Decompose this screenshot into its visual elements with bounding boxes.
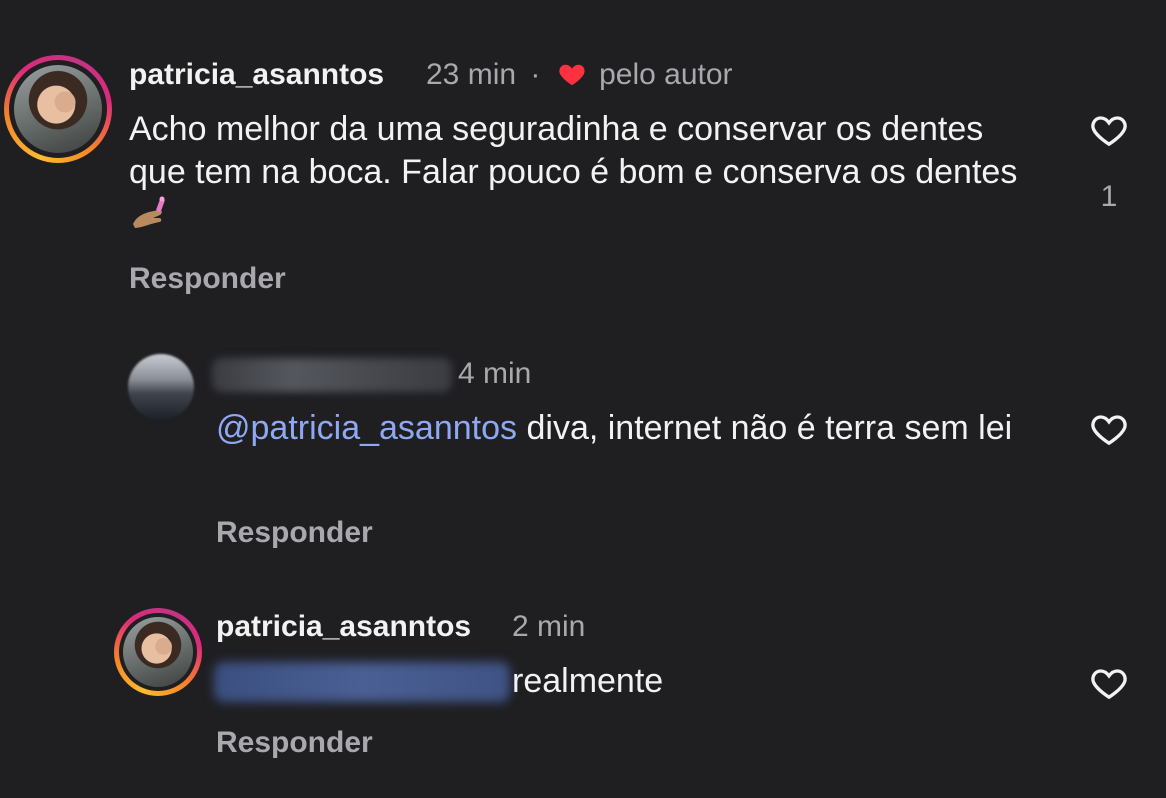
avatar[interactable] [128, 354, 194, 420]
comment-text: @patricia_asanntos diva, internet não é … [216, 407, 1046, 450]
comment-1: patricia_asanntos 23 min · pelo autor Ac… [0, 0, 1166, 320]
comment-text-body: diva, internet não é terra sem lei [517, 409, 1013, 447]
blurred-mention[interactable] [214, 662, 510, 702]
separator-dot: · [530, 58, 541, 91]
avatar-photo [123, 617, 193, 687]
comment-time: 23 min [426, 58, 517, 91]
reply-button[interactable]: Responder [129, 262, 286, 296]
blurred-username[interactable] [212, 358, 452, 392]
comment-text-body: Acho melhor da uma seguradinha e conserv… [129, 110, 1018, 191]
comment-2: 4 min @patricia_asanntos diva, internet … [0, 330, 1166, 570]
like-heart-icon[interactable] [1087, 663, 1131, 703]
avatar[interactable] [114, 608, 202, 696]
comment-text: realmente [512, 662, 664, 700]
comment-meta: 23 min · pelo autor [426, 58, 733, 92]
like-count: 1 [1100, 180, 1118, 213]
comment-time: 4 min [458, 357, 532, 390]
avatar[interactable] [4, 55, 112, 163]
liked-by-author-label: pelo autor [599, 58, 733, 91]
comments-screen: patricia_asanntos 23 min · pelo autor Ac… [0, 0, 1166, 798]
comment-text: Acho melhor da uma seguradinha e conserv… [129, 108, 1029, 237]
mention-link[interactable]: @patricia_asanntos [216, 409, 517, 447]
like-heart-icon[interactable] [1087, 110, 1131, 150]
reply-button[interactable]: Responder [216, 516, 373, 550]
like-heart-icon[interactable] [1087, 409, 1131, 449]
reply-button[interactable]: Responder [216, 726, 373, 760]
nail-polish-emoji-icon [133, 196, 165, 228]
avatar-photo [14, 65, 102, 153]
author-heart-icon [559, 64, 585, 86]
comment-username[interactable]: patricia_asanntos [216, 610, 471, 644]
comment-3: patricia_asanntos 2 min realmente Respon… [0, 590, 1166, 798]
comment-time: 2 min [512, 610, 586, 643]
comment-username[interactable]: patricia_asanntos [129, 58, 384, 92]
